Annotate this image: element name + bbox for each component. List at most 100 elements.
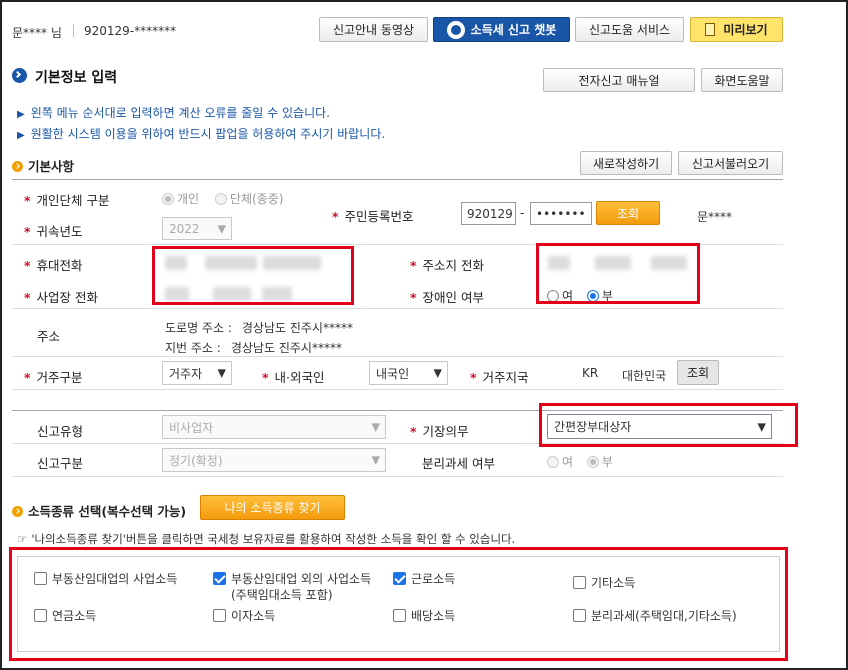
new-write-label: 새로작성하기 (592, 156, 660, 171)
country-search-label: 조회 (686, 366, 710, 380)
residence-text: 거주구분 (36, 370, 83, 385)
disabled-text: 장애인 여부 (422, 290, 485, 305)
section-bullet-icon (12, 506, 23, 517)
radio-icon (586, 456, 599, 468)
rrn-text: 주민등록번호 (344, 209, 414, 224)
report-type-select[interactable]: 비사업자 ▼ (162, 415, 386, 439)
person-type-label: * 개인단체 구분 (24, 193, 110, 208)
lot-address-label: 지번 주소 : (165, 341, 221, 355)
notice-1-text: 왼쪽 메뉴 순서대로 입력하면 계산 오류를 줄일 수 있습니다. (30, 106, 330, 120)
guide-video-button[interactable]: 신고안내 동영상 (319, 17, 428, 42)
chatbot-button[interactable]: 소득세 신고 챗봇 (433, 17, 570, 42)
header-divider (73, 24, 74, 37)
home-phone-label: * 주소지 전화 (410, 258, 485, 273)
nationality-value: 내국인 (376, 366, 410, 381)
address-label: 주소 (37, 329, 61, 344)
triangle-icon: ▶ (17, 130, 25, 141)
radio-label: 단체(종중) (229, 192, 284, 206)
work-phone-text: 사업장 전화 (36, 290, 99, 305)
load-report-button[interactable]: 신고서불러오기 (678, 151, 783, 175)
nationality-select[interactable]: 내국인 ▼ (369, 361, 448, 385)
bookkeeping-label: * 기장의무 (410, 424, 469, 439)
year-text: 귀속년도 (36, 224, 83, 239)
pointing-hand-icon: ☞ (17, 532, 28, 546)
disabled-label: * 장애인 여부 (410, 290, 485, 305)
row-divider (12, 389, 783, 390)
highlight-box-bookkeeping (539, 403, 798, 447)
lot-address: 지번 주소 : 경상남도 진주시***** (165, 339, 342, 356)
user-id: 920129-******* (84, 24, 177, 38)
chatbot-label: 소득세 신고 챗봇 (470, 23, 557, 37)
country-code: KR (582, 366, 599, 380)
year-label: * 귀속년도 (24, 224, 83, 239)
new-write-button[interactable]: 새로작성하기 (580, 151, 672, 175)
nationality-label: * 내·외국인 (262, 370, 325, 385)
residence-label: * 거주구분 (24, 370, 83, 385)
preview-label: 미리보기 (723, 23, 768, 37)
year-select[interactable]: 2022 ▼ (162, 217, 232, 240)
radio-icon (547, 456, 559, 468)
radio-label: 여 (562, 455, 574, 469)
chevron-down-icon: ▼ (371, 453, 380, 467)
guide-video-label: 신고안내 동영상 (332, 23, 415, 37)
load-report-label: 신고서불러오기 (691, 156, 770, 171)
road-address-value: 경상남도 진주시***** (241, 321, 353, 335)
rrn-front-input[interactable]: 920129 (461, 202, 516, 225)
separate-tax-label: 분리과세 여부 (422, 456, 495, 471)
person-type-text: 개인단체 구분 (36, 193, 110, 208)
rrn-search-button[interactable]: 조회 (596, 201, 660, 225)
help-service-button[interactable]: 신고도움 서비스 (575, 17, 684, 42)
radio-label: 개인 (177, 192, 200, 206)
triangle-icon: ▶ (17, 109, 25, 120)
row-divider (12, 476, 783, 477)
highlight-box-income (9, 547, 788, 661)
rrn-dash: - (520, 206, 525, 220)
country-search-button[interactable]: 조회 (677, 360, 719, 385)
title-bullet-icon (12, 68, 27, 83)
nationality-text: 내·외국인 (274, 370, 325, 385)
radio-label: 부 (601, 455, 613, 469)
separate-tax-radio-no[interactable]: 부 (586, 455, 613, 469)
year-value: 2022 (169, 221, 200, 236)
income-hint-text: '나의소득종류 찾기'버튼을 클릭하면 국세청 보유자료를 활용하여 작성한 소… (31, 532, 516, 546)
radio-icon (214, 193, 227, 205)
chevron-down-icon: ▼ (371, 420, 380, 434)
residence-value: 거주자 (169, 366, 203, 381)
screen-help-button[interactable]: 화면도움말 (701, 68, 783, 92)
person-type-radio-individual[interactable]: 개인 (162, 192, 199, 206)
report-category-select[interactable]: 정기(확정) ▼ (162, 448, 386, 472)
report-type-label: 신고유형 (37, 424, 84, 439)
income-hint: ☞ '나의소득종류 찾기'버튼을 클릭하면 국세청 보유자료를 활용하여 작성한 … (17, 531, 515, 547)
mobile-text: 휴대전화 (36, 258, 83, 273)
residence-select[interactable]: 거주자 ▼ (162, 361, 232, 385)
income-section-title: 소득종류 선택(복수선택 가능) (12, 501, 186, 520)
notice-1: ▶ 왼쪽 메뉴 순서대로 입력하면 계산 오류를 줄일 수 있습니다. (17, 104, 330, 121)
person-type-radio-group-org[interactable]: 단체(종중) (214, 192, 284, 206)
report-type-value: 비사업자 (169, 420, 214, 435)
highlight-box-phone (152, 246, 354, 305)
screen-help-label: 화면도움말 (714, 73, 770, 88)
rrn-holder-name: 문**** (697, 210, 733, 224)
income-section-label: 소득종류 선택(복수선택 가능) (28, 504, 187, 519)
row-divider (12, 308, 783, 309)
bookkeeping-text: 기장의무 (422, 424, 469, 439)
radio-icon (162, 193, 174, 205)
work-phone-label: * 사업장 전화 (24, 290, 99, 305)
separate-tax-radio-yes[interactable]: 여 (547, 455, 573, 469)
highlight-box-home-phone (536, 243, 700, 304)
basic-section-label: 기본사항 (28, 159, 75, 174)
section-bullet-icon (12, 161, 23, 172)
document-icon (705, 23, 716, 36)
preview-button[interactable]: 미리보기 (690, 17, 783, 42)
rrn-search-label: 조회 (616, 206, 640, 221)
find-income-button[interactable]: 나의 소득종류 찾기 (200, 495, 345, 520)
rrn-back-value: ••••••• (536, 206, 586, 221)
home-phone-text: 주소지 전화 (422, 258, 485, 273)
country-label: * 거주지국 (470, 370, 529, 385)
report-category-label: 신고구분 (37, 456, 84, 471)
notice-2-text: 원활한 시스템 이용을 위하여 반드시 팝업을 허용하여 주시기 바랍니다. (30, 127, 386, 141)
rrn-back-input[interactable]: ••••••• (530, 202, 592, 225)
manual-button[interactable]: 전자신고 매뉴얼 (543, 68, 695, 92)
table-top-border (12, 179, 783, 180)
road-address: 도로명 주소 : 경상남도 진주시***** (165, 319, 353, 336)
